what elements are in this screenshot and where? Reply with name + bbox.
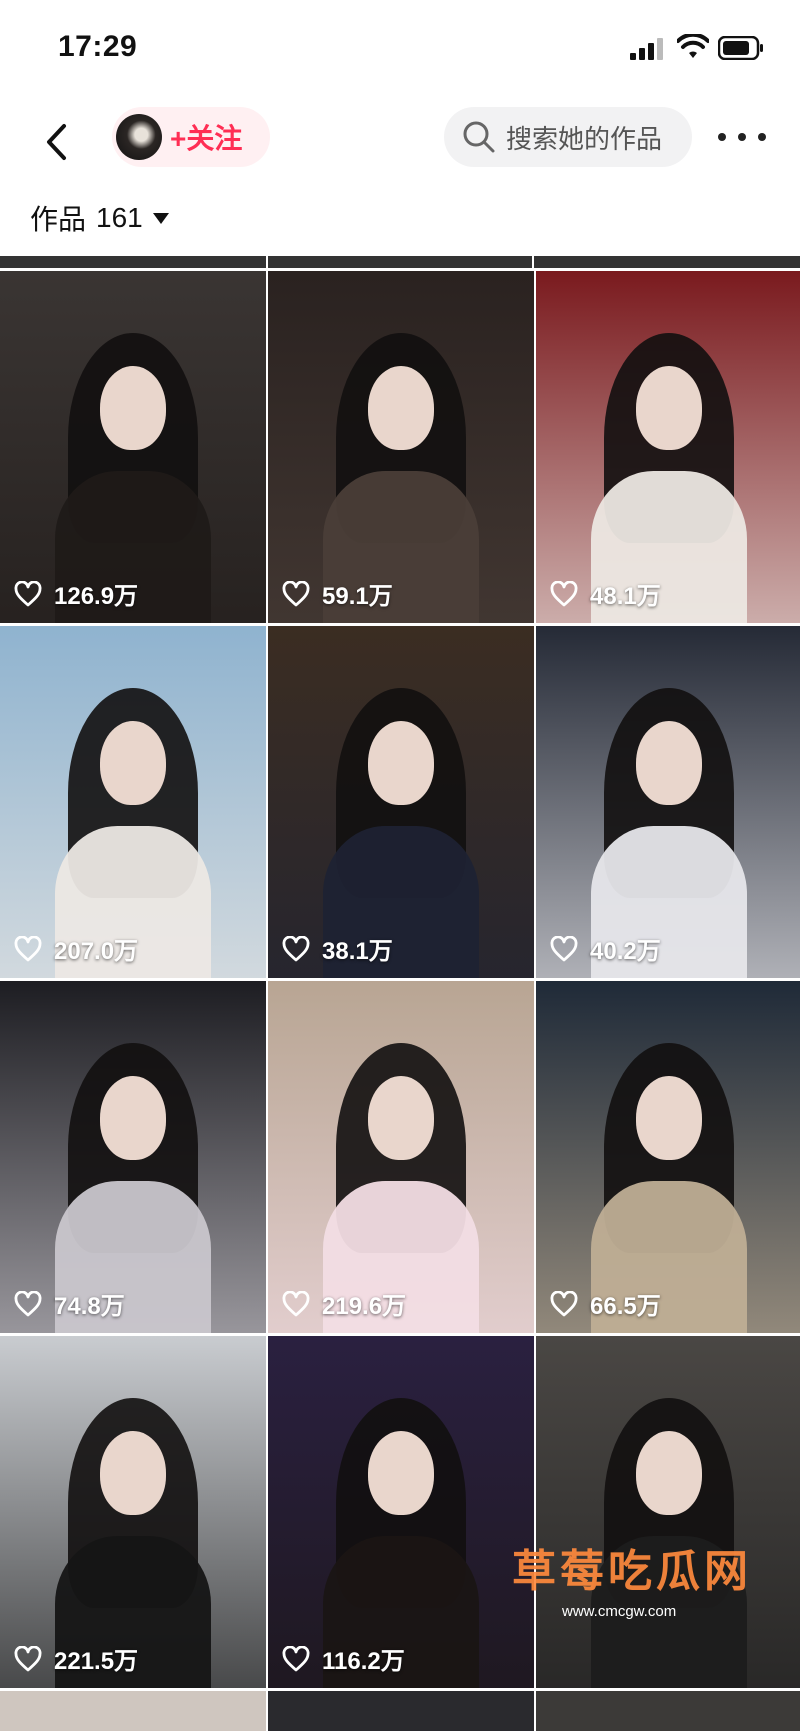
like-count-value: 40.2万	[590, 938, 661, 965]
heart-icon	[282, 580, 310, 606]
like-count: 116.2万	[282, 1641, 405, 1676]
like-count-value: 59.1万	[322, 583, 393, 610]
watermark-title: 草莓吃瓜网	[512, 1546, 752, 1597]
heart-icon	[14, 1290, 42, 1316]
like-count-value: 219.6万	[322, 1293, 407, 1320]
photo-subject-face	[368, 366, 434, 450]
like-count-value: 126.9万	[54, 583, 139, 610]
avatar[interactable]	[116, 114, 162, 160]
photo-subject-face	[636, 366, 702, 450]
more-dot-icon	[738, 133, 746, 141]
photo-subject-face	[636, 721, 702, 805]
video-thumbnail[interactable]: 59.1万	[268, 271, 534, 623]
video-thumbnail[interactable]: 219.6万	[268, 981, 534, 1333]
watermark-url: www.cmcgw.com	[562, 1603, 677, 1620]
next-row-thumbnail[interactable]	[0, 1691, 266, 1731]
like-count: 38.1万	[282, 931, 393, 966]
works-grid: 126.9万 59.1万 48.1万 207.0万 38.1万 40.2万 74.8万 219…	[0, 271, 800, 1731]
search-input[interactable]: 搜索她的作品	[444, 107, 692, 167]
heart-icon	[282, 935, 310, 961]
video-thumbnail[interactable]: 126.9万	[0, 271, 266, 623]
photo-subject-face	[368, 721, 434, 805]
heart-icon	[550, 1290, 578, 1316]
works-filter[interactable]: 作品 161	[30, 198, 169, 238]
photo-subject-face	[100, 1431, 166, 1515]
caret-down-icon	[152, 212, 169, 224]
photo-subject-face	[368, 1431, 434, 1515]
like-count-value: 48.1万	[590, 583, 661, 610]
video-thumbnail[interactable]: 74.8万	[0, 981, 266, 1333]
video-thumbnail[interactable]: 116.2万	[268, 1336, 534, 1688]
photo-subject-face	[636, 1076, 702, 1160]
like-count-value: 221.5万	[54, 1648, 139, 1675]
video-thumbnail[interactable]: 48.1万	[536, 271, 800, 623]
like-count-value: 74.8万	[54, 1293, 125, 1320]
like-count-value: 207.0万	[54, 938, 139, 965]
photo-subject-face	[636, 1431, 702, 1515]
status-time: 17:29	[58, 30, 138, 63]
video-thumbnail[interactable]: 66.5万	[536, 981, 800, 1333]
heart-icon	[14, 580, 42, 606]
next-row-thumbnail[interactable]	[268, 1691, 534, 1731]
like-count-value: 66.5万	[590, 1293, 661, 1320]
more-options-button[interactable]	[718, 123, 766, 151]
heart-icon	[14, 935, 42, 961]
more-dot-icon	[718, 133, 726, 141]
like-count: 74.8万	[14, 1286, 125, 1321]
battery-icon	[718, 36, 763, 60]
works-label: 作品	[30, 204, 87, 235]
like-count: 48.1万	[550, 576, 661, 611]
like-count-value: 116.2万	[322, 1648, 405, 1675]
like-count: 207.0万	[14, 931, 138, 966]
follow-label: +关注	[170, 123, 243, 154]
photo-subject-face	[368, 1076, 434, 1160]
more-dot-icon	[758, 133, 766, 141]
heart-icon	[282, 1290, 310, 1316]
like-count-value: 38.1万	[322, 938, 393, 965]
follow-button[interactable]: +关注	[112, 107, 270, 167]
video-thumbnail[interactable]: 38.1万	[268, 626, 534, 978]
like-count: 40.2万	[550, 931, 661, 966]
previous-row-peek	[0, 256, 800, 268]
like-count: 66.5万	[550, 1286, 661, 1321]
next-row-thumbnail[interactable]	[536, 1691, 800, 1731]
photo-subject-face	[100, 721, 166, 805]
video-thumbnail[interactable]: 40.2万	[536, 626, 800, 978]
signal-icon	[630, 38, 663, 60]
like-count: 126.9万	[14, 576, 138, 611]
nav-bar: +关注 搜索她的作品	[0, 95, 800, 195]
search-icon	[463, 121, 495, 153]
heart-icon	[282, 1645, 310, 1671]
like-count: 59.1万	[282, 576, 393, 611]
watermark: 草莓吃瓜网 www.cmcgw.com	[512, 1535, 772, 1625]
heart-icon	[550, 580, 578, 606]
like-count: 221.5万	[14, 1641, 138, 1676]
works-count: 161	[96, 202, 143, 233]
video-thumbnail[interactable]	[536, 1336, 800, 1688]
photo-subject-face	[100, 1076, 166, 1160]
status-bar: 17:29	[0, 0, 800, 95]
heart-icon	[550, 935, 578, 961]
chevron-left-icon	[47, 124, 66, 160]
wifi-icon	[677, 34, 709, 58]
like-count: 219.6万	[282, 1286, 406, 1321]
video-thumbnail[interactable]: 207.0万	[0, 626, 266, 978]
heart-icon	[14, 1645, 42, 1671]
back-button[interactable]	[36, 117, 76, 167]
search-placeholder: 搜索她的作品	[506, 123, 663, 154]
photo-subject-face	[100, 366, 166, 450]
video-thumbnail[interactable]: 221.5万	[0, 1336, 266, 1688]
